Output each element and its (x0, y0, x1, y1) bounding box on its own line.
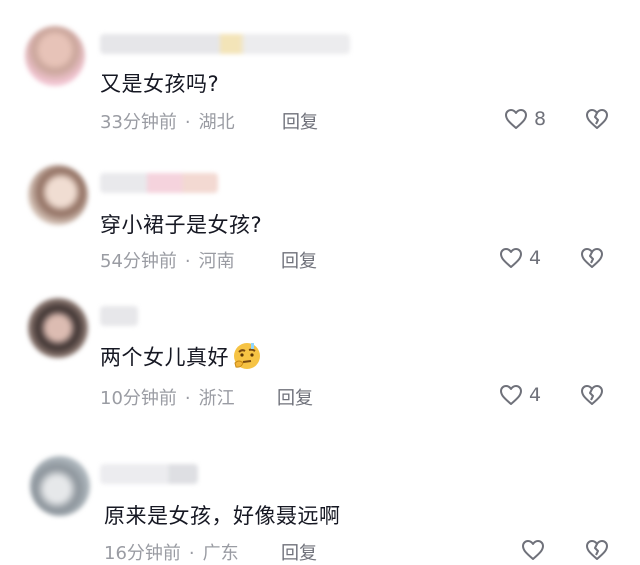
comment-time: 33分钟前 (100, 112, 177, 133)
comment-location: 广东 (202, 543, 239, 564)
comment-time: 54分钟前 (100, 251, 177, 272)
comment-text: 原来是女孩，好像聂远啊 (104, 504, 341, 528)
comment-time: 16分钟前 (104, 543, 181, 564)
heart-outline-icon (499, 384, 523, 406)
avatar[interactable] (28, 165, 88, 225)
broken-heart-icon (580, 384, 604, 406)
dislike-button[interactable] (580, 384, 604, 406)
comment-text: 穿小裙子是女孩? (100, 213, 263, 237)
comment-location: 浙江 (198, 388, 235, 409)
comment-meta: 33分钟前 · 湖北 (100, 112, 235, 133)
comment-meta: 54分钟前 · 河南 (100, 251, 235, 272)
like-button[interactable]: 4 (499, 247, 541, 269)
reply-button[interactable]: 回复 (282, 108, 318, 134)
broken-heart-icon (585, 108, 609, 130)
username-blurred[interactable] (100, 464, 198, 484)
comment-meta: 10分钟前 · 浙江 (100, 388, 235, 409)
broken-heart-icon (580, 247, 604, 269)
comment-meta: 16分钟前 · 广东 (104, 543, 239, 564)
comment-location: 河南 (198, 251, 235, 272)
comment-text: 两个女儿真好 (100, 341, 263, 376)
like-button[interactable]: 8 (504, 108, 546, 130)
like-count: 8 (534, 108, 547, 130)
comment-time: 10分钟前 (100, 388, 177, 409)
dislike-button[interactable] (585, 108, 609, 130)
like-count: 4 (529, 384, 542, 406)
dislike-button[interactable] (580, 247, 604, 269)
thinking-face-emoji (231, 341, 263, 376)
comment-text: 又是女孩吗? (100, 72, 220, 96)
avatar[interactable] (28, 298, 88, 358)
avatar[interactable] (30, 456, 90, 516)
username-blurred[interactable] (100, 34, 350, 54)
reply-button[interactable]: 回复 (281, 247, 317, 273)
reply-button[interactable]: 回复 (277, 384, 313, 410)
like-button[interactable]: 4 (499, 384, 541, 406)
username-blurred[interactable] (100, 173, 218, 193)
comment-location: 湖北 (198, 112, 235, 133)
avatar[interactable] (25, 26, 85, 86)
heart-outline-icon (504, 108, 528, 130)
like-count: 4 (529, 247, 542, 269)
username-blurred[interactable] (100, 306, 138, 326)
reply-button[interactable]: 回复 (281, 539, 317, 565)
heart-outline-icon (499, 247, 523, 269)
